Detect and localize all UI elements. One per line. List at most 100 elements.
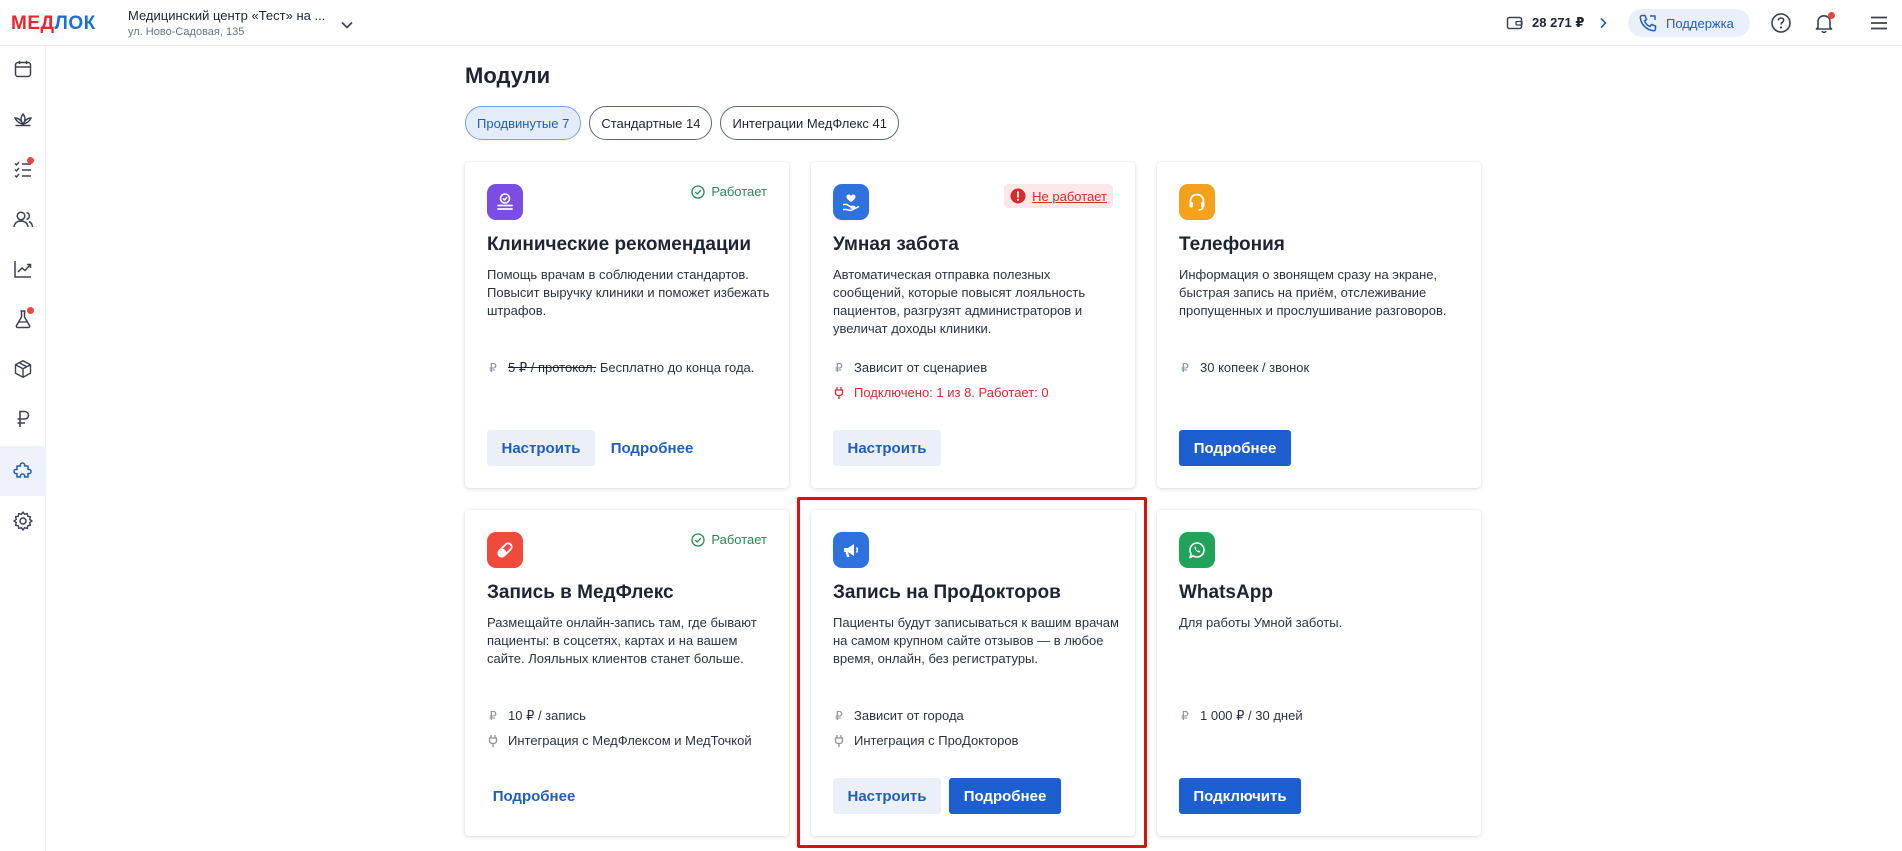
- notification-dot: [1828, 12, 1835, 19]
- balance-widget[interactable]: 28 271 ₽: [1506, 12, 1608, 34]
- status-text: Не работает: [1032, 188, 1107, 204]
- card-description: Размещайте онлайн-запись там, где бывают…: [487, 615, 757, 666]
- clinic-selector[interactable]: Медицинский центр «Тест» на ... ул. Ново…: [128, 8, 368, 40]
- tab-medflex-integrations[interactable]: Интеграции МедФлекс 41: [720, 106, 900, 140]
- module-tabs: Продвинутые 7 Стандартные 14 Интеграции …: [465, 106, 900, 140]
- calendar-icon: [14, 60, 32, 78]
- clinic-address: ул. Ново-Садовая, 135: [128, 26, 245, 38]
- card-description: Пациенты будут записываться к вашим врач…: [833, 615, 1119, 666]
- price-row: ₽ 30 копеек / звонок: [1179, 360, 1309, 375]
- sidebar-item-calendar[interactable]: [0, 46, 46, 92]
- sidebar-item-modules[interactable]: [0, 446, 46, 496]
- configure-button[interactable]: Настроить: [487, 430, 595, 466]
- price: Зависит от города: [854, 708, 964, 723]
- sidebar: [0, 46, 46, 851]
- wallet-icon: [1506, 16, 1523, 30]
- check-circle-icon: [691, 184, 705, 199]
- medlok-logo[interactable]: МЕДЛОК: [11, 13, 96, 35]
- card-title: Запись на ПроДокторов: [833, 582, 1061, 603]
- box-icon: [14, 360, 32, 378]
- sidebar-item-finance[interactable]: [0, 396, 46, 442]
- sidebar-item-patients[interactable]: [0, 196, 46, 242]
- clinic-name: Медицинский центр «Тест» на ...: [128, 8, 326, 23]
- sidebar-item-analytics[interactable]: [0, 246, 46, 292]
- ruble-icon: ₽: [835, 360, 843, 375]
- integration: Интеграция с ПроДокторов: [854, 733, 1019, 748]
- alert-icon: [1010, 188, 1026, 204]
- price: 1 000 ₽ / 30 дней: [1200, 708, 1303, 723]
- card-title: Запись в МедФлекс: [487, 582, 674, 603]
- module-card-prodoctorov-booking: Запись на ПроДокторов Пациенты будут зап…: [811, 510, 1135, 836]
- menu-icon[interactable]: [1868, 12, 1890, 34]
- settings-icon: [13, 511, 33, 531]
- ruble-icon: ₽: [489, 361, 497, 375]
- connection-status: Подключено: 1 из 8. Работает: 0: [854, 385, 1049, 400]
- integration: Интеграция с МедФлексом и МедТочкой: [508, 733, 752, 748]
- status-text: Работает: [711, 184, 767, 199]
- ruble-icon: ₽: [1181, 360, 1189, 375]
- status-text: Работает: [711, 532, 767, 547]
- sidebar-item-lab[interactable]: [0, 296, 46, 342]
- more-button[interactable]: Подробнее: [1179, 430, 1291, 466]
- balance-amount: 28 271 ₽: [1532, 15, 1585, 30]
- more-button[interactable]: Подробнее: [949, 778, 1061, 814]
- chevron-down-icon: [341, 21, 353, 29]
- old-price: 5 ₽ / протокол.: [508, 360, 597, 375]
- card-description: Информация о звонящем сразу на экране, б…: [1179, 267, 1447, 318]
- connect-button[interactable]: Подключить: [1179, 778, 1301, 814]
- plug-icon: [833, 734, 845, 748]
- sidebar-item-warehouse[interactable]: [0, 346, 46, 392]
- configure-button[interactable]: Настроить: [833, 778, 941, 814]
- headset-icon: [1179, 184, 1215, 220]
- help-icon[interactable]: [1770, 12, 1792, 34]
- card-description: Для работы Умной заботы.: [1179, 615, 1343, 630]
- lab-notification-dot: [27, 307, 34, 314]
- price: Зависит от сценариев: [854, 360, 988, 375]
- medflex-icon: [487, 532, 523, 568]
- more-button[interactable]: Подробнее: [605, 430, 699, 466]
- sidebar-item-services[interactable]: [0, 97, 46, 143]
- module-card-whatsapp: WhatsApp Для работы Умной заботы. ₽ 1 00…: [1157, 510, 1481, 836]
- sidebar-item-tasks[interactable]: [0, 146, 46, 192]
- connection-status-row: Подключено: 1 из 8. Работает: 0: [833, 385, 1049, 400]
- phone-support-icon: [1639, 14, 1657, 32]
- status-badge-error[interactable]: Не работает: [1004, 184, 1113, 208]
- price-row: ₽ 1 000 ₽ / 30 дней: [1179, 708, 1303, 724]
- card-title: Умная забота: [833, 234, 959, 255]
- chart-icon: [14, 261, 32, 278]
- tab-advanced[interactable]: Продвинутые 7: [465, 106, 582, 140]
- megaphone-icon: [833, 532, 869, 568]
- price-row: ₽ 10 ₽ / запись: [487, 708, 586, 724]
- ruble-icon: ₽: [489, 709, 497, 723]
- module-card-medflex-booking: Работает Запись в МедФлекс Размещайте он…: [465, 510, 789, 836]
- notifications-button[interactable]: [1813, 12, 1835, 34]
- tasks-notification-dot: [27, 157, 34, 164]
- module-card-telephony: Телефония Информация о звонящем сразу на…: [1157, 162, 1481, 488]
- whatsapp-icon: [1179, 532, 1215, 568]
- smart-care-icon: [833, 184, 869, 220]
- top-bar: МЕДЛОК Медицинский центр «Тест» на ... у…: [0, 0, 1902, 46]
- integration-row: Интеграция с МедФлексом и МедТочкой: [487, 733, 752, 748]
- ruble-icon: [17, 410, 30, 427]
- ruble-icon: ₽: [835, 708, 843, 723]
- configure-button[interactable]: Настроить: [833, 430, 941, 466]
- ruble-icon: ₽: [1181, 709, 1189, 723]
- price: 30 копеек / звонок: [1200, 360, 1310, 375]
- chevron-right-icon: [1600, 17, 1608, 29]
- status-badge: Работает: [691, 532, 767, 547]
- more-button[interactable]: Подробнее: [487, 778, 581, 814]
- check-circle-icon: [691, 532, 705, 547]
- support-button[interactable]: Поддержка: [1628, 9, 1750, 37]
- card-description: Помощь врачам в соблюдении стандартов. П…: [487, 267, 770, 318]
- module-card-smart-care: Не работает Умная забота Автоматическая …: [811, 162, 1135, 488]
- price: Бесплатно до конца года.: [599, 360, 755, 375]
- sidebar-item-settings[interactable]: [0, 498, 46, 544]
- users-icon: [13, 211, 34, 228]
- integration-row: Интеграция с ПроДокторов: [833, 733, 1018, 748]
- tab-standard[interactable]: Стандартные 14: [589, 106, 713, 140]
- module-card-clinical-recommendations: Работает Клинические рекомендации Помощь…: [465, 162, 789, 488]
- status-badge: Работает: [691, 184, 767, 199]
- puzzle-icon: [13, 462, 32, 478]
- clinical-recommendations-icon: [487, 184, 523, 220]
- card-title: Клинические рекомендации: [487, 234, 752, 255]
